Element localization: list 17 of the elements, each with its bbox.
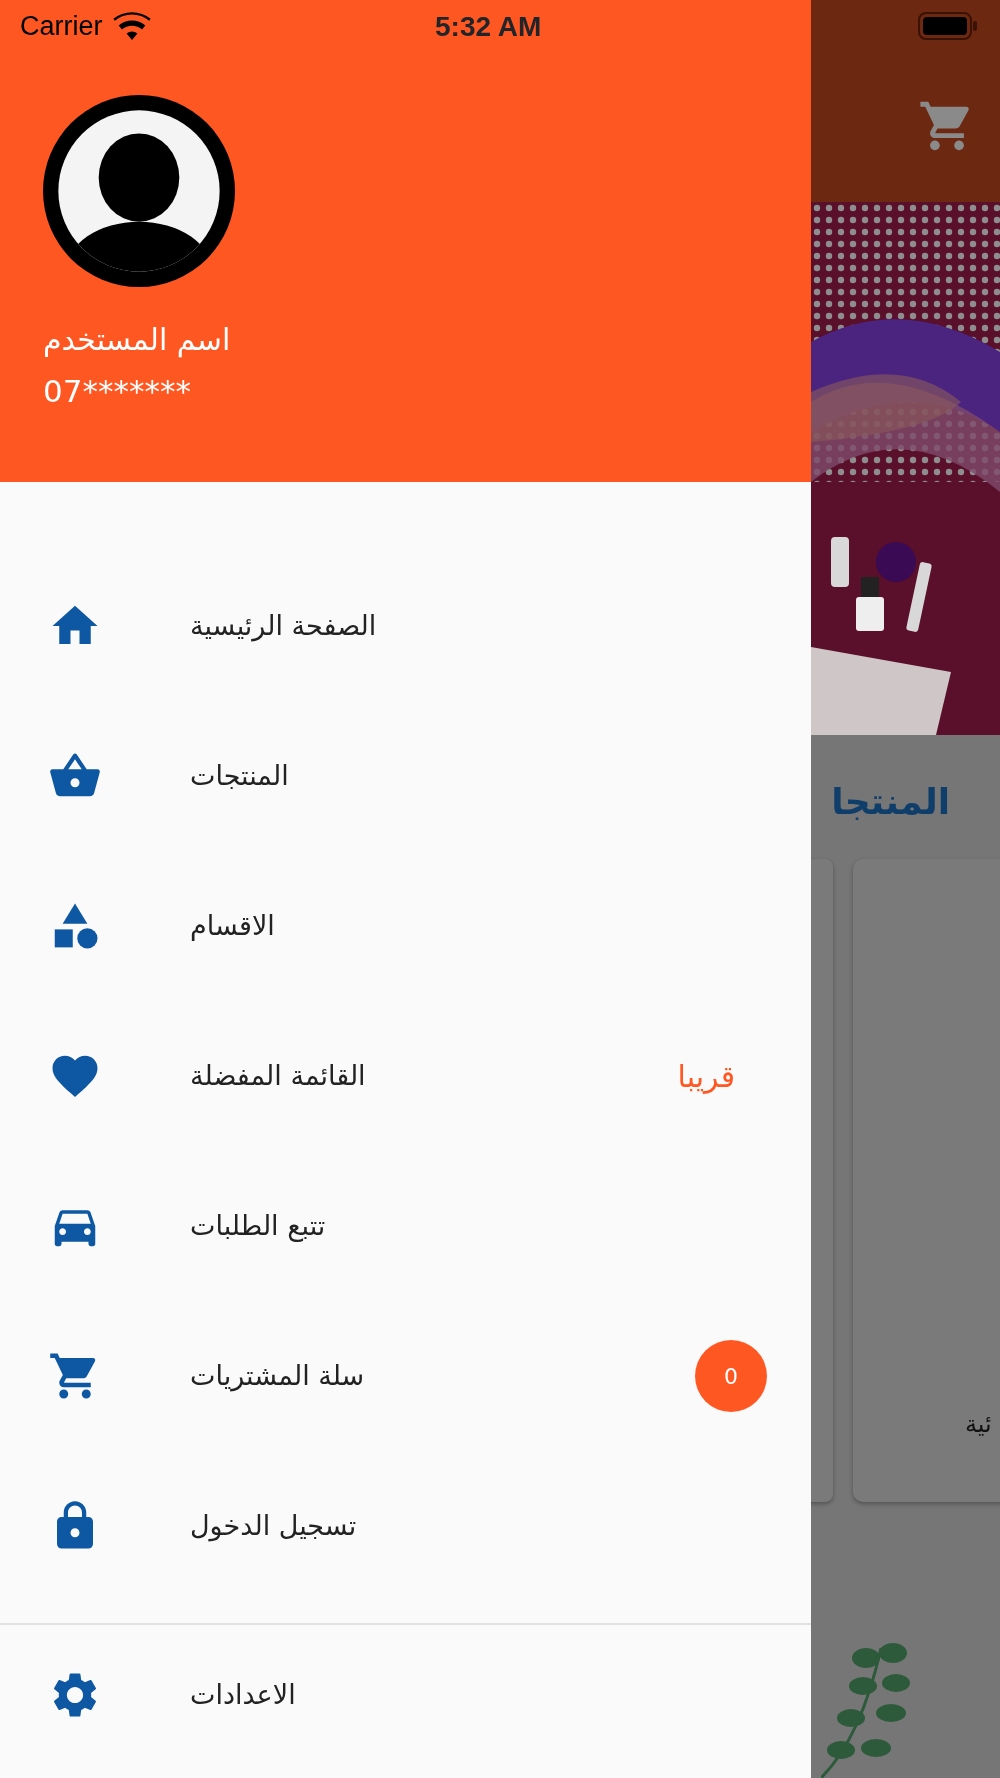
- menu-item[interactable]: تسجيل الدخول: [0, 1451, 811, 1601]
- battery-icon: [918, 12, 978, 40]
- menu-item[interactable]: الاعدادات: [0, 1625, 811, 1765]
- wifi-icon: [112, 12, 151, 40]
- menu-item[interactable]: المنتجات: [0, 701, 811, 851]
- count-badge: 0: [695, 1340, 767, 1412]
- user-name: اسم المستخدم: [43, 321, 231, 360]
- menu-item[interactable]: القائمة المفضلة قريبا: [0, 1001, 811, 1151]
- status-time: 5:32 AM: [435, 10, 542, 44]
- carrier-name: Carrier: [20, 9, 103, 43]
- menu-item[interactable]: الصفحة الرئيسية: [0, 551, 811, 701]
- soon-label: قريبا: [677, 1057, 735, 1096]
- section-title: المنتجا: [831, 780, 950, 824]
- product-name: ئية: [965, 1409, 992, 1440]
- menu-item[interactable]: الاقسام: [0, 851, 811, 1001]
- menu-item[interactable]: تتبع الطلبات: [0, 1151, 811, 1301]
- phone-number: 07*******: [43, 372, 192, 411]
